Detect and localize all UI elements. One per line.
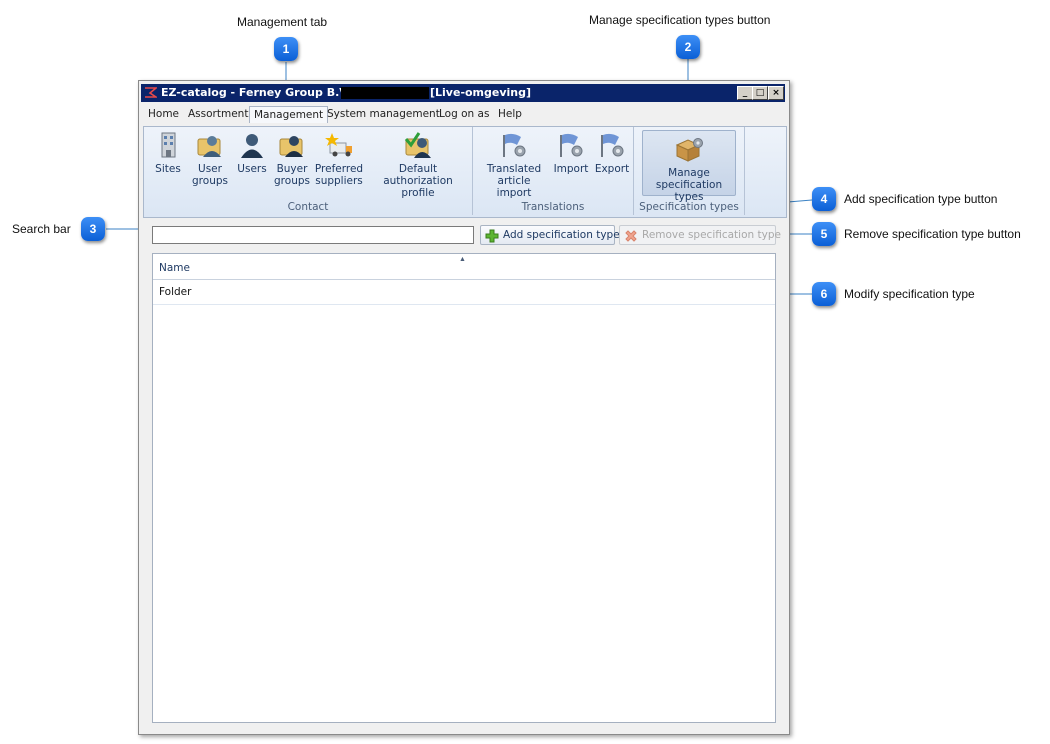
user-groups-label-1: User xyxy=(198,163,222,175)
flag-gear-icon xyxy=(503,133,526,157)
import-button[interactable]: Import xyxy=(551,131,591,175)
users-icon xyxy=(241,134,263,158)
user-groups-label-2: groups xyxy=(192,175,228,187)
ribbon-group-specification-types: Manage specification types Specification… xyxy=(634,127,745,215)
minimize-button[interactable]: _ xyxy=(737,86,753,100)
ribbon-group-translations: Translated article import Import Export … xyxy=(473,127,634,215)
app-window: EZ-catalog - Ferney Group B.V. - [Live-o… xyxy=(138,80,790,735)
sort-ascending-icon: ▲ xyxy=(459,256,466,263)
buyer-groups-label-1: Buyer xyxy=(276,163,308,175)
import-label: Import xyxy=(553,163,589,175)
search-input[interactable] xyxy=(152,226,474,244)
default-authorization-profile-button[interactable]: Default authorization profile xyxy=(368,131,468,199)
sites-label: Sites xyxy=(155,163,181,175)
truck-star-icon xyxy=(325,133,352,157)
translated-article-import-label-1: Translated xyxy=(486,163,542,175)
group-label-translations: Translations xyxy=(521,201,585,213)
menu-bar: Home Assortment Management System manage… xyxy=(141,105,785,125)
menu-item-system-management[interactable]: System management xyxy=(327,108,440,120)
export-label: Export xyxy=(594,163,630,175)
manage-specification-types-button[interactable]: Manage specification types xyxy=(642,130,736,203)
column-header-name[interactable]: Name xyxy=(159,262,190,274)
manage-specification-types-label-1: Manage xyxy=(668,167,710,179)
close-button[interactable]: × xyxy=(768,86,784,100)
flag-gear-icon xyxy=(560,133,583,157)
group-label-specification-types: Specification types xyxy=(639,201,739,213)
maximize-button[interactable]: □ xyxy=(752,86,768,100)
menu-item-log-on-as[interactable]: Log on as xyxy=(439,108,489,120)
redacted-block xyxy=(341,87,429,99)
user-groups-icon xyxy=(197,136,221,157)
menu-item-help[interactable]: Help xyxy=(498,108,522,120)
specification-types-grid: ▲ Name Folder xyxy=(152,253,776,723)
table-row[interactable]: Folder xyxy=(153,280,775,305)
callout-label-1: Management tab xyxy=(237,15,328,29)
user-groups-button[interactable]: User groups xyxy=(188,131,232,187)
group-label-contact: Contact xyxy=(287,201,329,213)
users-button[interactable]: Users xyxy=(234,131,270,175)
default-authorization-label-2: authorization profile xyxy=(383,175,453,199)
callout-marker-4: 4 xyxy=(812,187,836,211)
callout-label-4: Add specification type button xyxy=(844,192,998,206)
buyer-groups-icon xyxy=(279,136,303,157)
environment-label: [Live-omgeving] xyxy=(430,86,532,99)
plus-icon xyxy=(485,229,499,243)
callout-marker-5: 5 xyxy=(812,222,836,246)
sites-button[interactable]: Sites xyxy=(150,131,186,175)
callout-label-2: Manage specification types button xyxy=(589,13,771,27)
box-gear-icon xyxy=(675,138,703,162)
preferred-suppliers-label-1: Preferred xyxy=(314,163,364,175)
remove-specification-type-label: Remove specification type xyxy=(642,229,781,241)
building-icon xyxy=(161,132,176,158)
grid-header: ▲ Name xyxy=(153,254,775,280)
flag-gear-icon xyxy=(601,133,624,157)
buyer-groups-button[interactable]: Buyer groups xyxy=(272,131,312,187)
callout-label-5: Remove specification type button xyxy=(844,227,1021,241)
add-specification-type-button[interactable]: Add specification type xyxy=(480,225,620,245)
callout-marker-6: 6 xyxy=(812,282,836,306)
menu-item-management[interactable]: Management xyxy=(249,106,329,123)
menu-item-home[interactable]: Home xyxy=(148,108,179,120)
app-logo-icon xyxy=(145,87,157,98)
translated-article-import-label-2: article import xyxy=(496,175,532,199)
preferred-suppliers-button[interactable]: Preferred suppliers xyxy=(314,131,364,187)
callout-marker-2: 2 xyxy=(676,35,700,59)
users-label: Users xyxy=(237,163,267,175)
title-bar[interactable]: EZ-catalog - Ferney Group B.V. - [Live-o… xyxy=(141,84,785,102)
callout-marker-1: 1 xyxy=(274,37,298,61)
ribbon-group-contact: Sites User groups Users Buyer groups Pre… xyxy=(144,127,473,215)
export-button[interactable]: Export xyxy=(593,131,631,175)
remove-x-icon xyxy=(625,230,637,242)
remove-specification-type-button[interactable]: Remove specification type xyxy=(619,225,781,245)
preferred-suppliers-label-2: suppliers xyxy=(315,175,363,187)
translated-article-import-button[interactable]: Translated article import xyxy=(479,131,549,199)
add-specification-type-label: Add specification type xyxy=(503,229,620,241)
ribbon: Sites User groups Users Buyer groups Pre… xyxy=(143,126,787,218)
table-cell-name: Folder xyxy=(159,286,192,298)
buyer-groups-label-2: groups xyxy=(274,175,310,187)
authorization-icon xyxy=(404,132,431,158)
window-title: EZ-catalog - Ferney Group B.V. - xyxy=(161,86,359,99)
manage-specification-types-label-2: specification types xyxy=(655,179,723,203)
menu-item-assortment[interactable]: Assortment xyxy=(188,108,248,120)
default-authorization-label-1: Default xyxy=(398,163,438,175)
callout-label-3: Search bar xyxy=(12,222,71,236)
callout-marker-3: 3 xyxy=(81,217,105,241)
callout-label-6: Modify specification type xyxy=(844,287,975,301)
